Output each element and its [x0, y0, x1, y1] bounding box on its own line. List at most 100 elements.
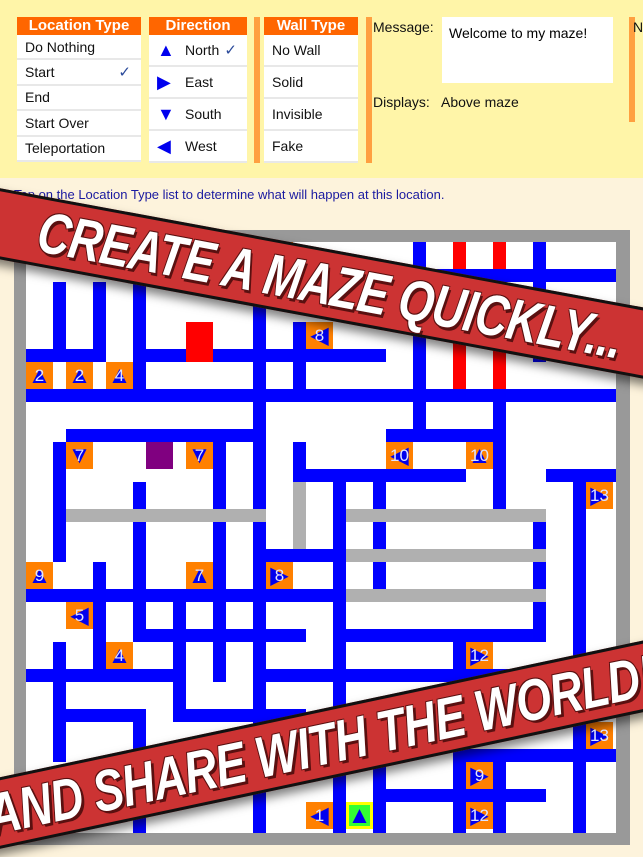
marker-number: 7	[74, 445, 85, 465]
location-marker[interactable]: ▲ 9	[26, 562, 53, 589]
direction-item-east[interactable]: ▶ East	[149, 67, 247, 99]
location-marker[interactable]: ▲ 4	[106, 642, 133, 669]
item-label: Start	[25, 64, 55, 81]
solid-wall[interactable]	[66, 709, 146, 722]
fake-wall[interactable]	[186, 322, 213, 362]
wall-type-item-fake[interactable]: Fake	[264, 131, 358, 163]
solid-wall[interactable]	[53, 442, 66, 562]
marker-number: 8	[274, 565, 285, 585]
item-label: Invisible	[272, 106, 323, 122]
marker-number: 9	[34, 565, 45, 585]
arrow-up-icon: ▲	[347, 802, 372, 829]
solid-wall[interactable]	[53, 642, 66, 762]
item-label: Fake	[272, 138, 304, 154]
item-label: North	[185, 42, 220, 58]
marker-number: 5	[74, 605, 85, 625]
location-marker[interactable]: ▶ 12	[466, 802, 493, 829]
marker-number: 1	[314, 805, 325, 825]
message-input[interactable]: Welcome to my maze!	[442, 17, 613, 83]
solid-wall[interactable]	[133, 482, 146, 642]
arrow-right-icon: ▶	[157, 71, 171, 92]
wall-type-item-invisible[interactable]: Invisible	[264, 99, 358, 131]
location-type-item-do-nothing[interactable]: Do Nothing	[17, 35, 141, 61]
solid-wall[interactable]	[66, 429, 266, 442]
solid-wall[interactable]	[146, 629, 306, 642]
solid-wall[interactable]	[133, 282, 146, 402]
solid-wall[interactable]	[533, 522, 546, 642]
start-marker[interactable]: ▲	[346, 802, 373, 829]
location-marker[interactable]: ◀ 5	[66, 602, 93, 629]
wall-type-item-solid[interactable]: Solid	[264, 67, 358, 99]
location-marker[interactable]: ▼ 7	[186, 442, 213, 469]
marker-number: 7	[194, 445, 205, 465]
location-marker[interactable]: ▲ 10	[466, 442, 493, 469]
location-marker[interactable]: ◀ 1	[306, 802, 333, 829]
marker-number: 8	[314, 325, 325, 345]
message-label: Message:	[373, 19, 434, 35]
invisible-wall[interactable]	[66, 509, 266, 522]
marker-number: 2	[34, 365, 45, 385]
invisible-wall[interactable]	[346, 509, 546, 522]
solid-wall[interactable]	[26, 669, 186, 682]
solid-wall[interactable]	[546, 469, 616, 482]
location-marker[interactable]: ◀ 10	[386, 442, 413, 469]
checkmark-icon: ✓	[118, 64, 131, 82]
location-type-item-end[interactable]: End	[17, 86, 141, 112]
solid-wall[interactable]	[493, 402, 506, 522]
location-type-list: Location Type Do Nothing Start ✓ End Start O…	[17, 17, 141, 162]
marker-number: 10	[470, 445, 489, 465]
location-marker[interactable]: ▶ 13	[586, 722, 613, 749]
direction-item-south[interactable]: ▼ South	[149, 99, 247, 131]
marker-number: 12	[470, 645, 489, 665]
marker-number: 9	[474, 765, 485, 785]
solid-wall[interactable]	[26, 589, 346, 602]
divider	[366, 17, 372, 163]
marker-number: 2	[74, 365, 85, 385]
location-marker[interactable]: ▶ 13	[586, 482, 613, 509]
solid-wall[interactable]	[266, 549, 346, 562]
location-type-item-start[interactable]: Start ✓	[17, 60, 141, 86]
arrow-down-icon: ▼	[157, 103, 175, 124]
wall-type-item-no-wall[interactable]: No Wall	[264, 35, 358, 67]
location-marker[interactable]: ▶ 9	[466, 762, 493, 789]
solid-wall[interactable]	[466, 749, 616, 762]
solid-wall[interactable]	[93, 562, 106, 682]
location-marker[interactable]: ▲ 2	[26, 362, 53, 389]
solid-wall[interactable]	[146, 349, 386, 362]
direction-item-north[interactable]: ▲ North ✓	[149, 35, 247, 67]
location-marker[interactable]: ▼ 7	[66, 442, 93, 469]
solid-wall[interactable]	[573, 722, 586, 833]
marker-number: 13	[590, 485, 609, 505]
solid-wall[interactable]	[386, 789, 546, 802]
location-type-item-teleportation[interactable]: Teleportation	[17, 137, 141, 162]
special-cell[interactable]	[146, 442, 173, 469]
solid-wall[interactable]	[306, 469, 466, 482]
item-label: South	[185, 106, 222, 122]
invisible-wall[interactable]	[346, 549, 546, 562]
location-marker[interactable]: ◀ 8	[306, 322, 333, 349]
solid-wall[interactable]	[26, 349, 106, 362]
location-marker[interactable]: ▶ 12	[466, 642, 493, 669]
next-section-label: N	[633, 19, 643, 35]
solid-wall[interactable]	[386, 429, 506, 442]
marker-number: 4	[114, 365, 125, 385]
location-marker[interactable]: ▲ 2	[66, 362, 93, 389]
solid-wall[interactable]	[373, 482, 386, 602]
invisible-wall[interactable]	[346, 589, 546, 602]
divider	[254, 17, 260, 163]
solid-wall[interactable]	[333, 482, 346, 833]
location-marker[interactable]: ▲ 7	[186, 562, 213, 589]
displays-label: Displays:	[373, 94, 430, 110]
location-marker[interactable]: ▶ 8	[266, 562, 293, 589]
solid-wall[interactable]	[213, 442, 226, 682]
direction-item-west[interactable]: ◀ West	[149, 131, 247, 163]
location-marker[interactable]: ▲ 4	[106, 362, 133, 389]
item-label: End	[25, 89, 50, 106]
solid-wall[interactable]	[346, 629, 546, 642]
checkmark-icon: ✓	[224, 42, 237, 59]
location-type-item-start-over[interactable]: Start Over	[17, 111, 141, 137]
solid-wall[interactable]	[173, 602, 186, 722]
solid-wall[interactable]	[26, 389, 616, 402]
displays-value[interactable]: Above maze	[441, 94, 519, 110]
wall-type-header: Wall Type	[264, 17, 358, 35]
